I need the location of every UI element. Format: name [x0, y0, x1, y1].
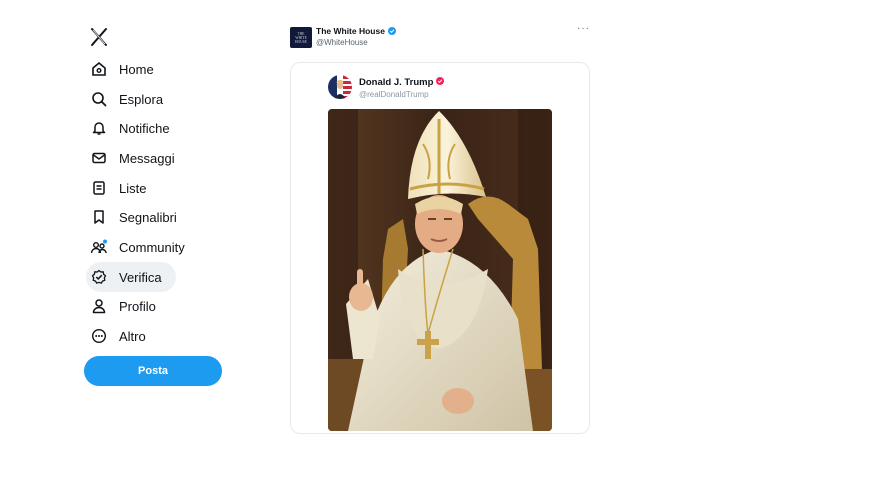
sidebar-item-label: Notifiche: [119, 120, 170, 136]
quoted-author-name[interactable]: Donald J. Trump: [359, 77, 433, 88]
sidebar-item-community[interactable]: Community: [86, 232, 199, 262]
sidebar-item-label: Verifica: [119, 269, 162, 285]
sidebar-item-verified[interactable]: Verifica: [86, 262, 176, 292]
sidebar-item-home[interactable]: Home: [86, 54, 168, 84]
verified-badge-icon: [387, 26, 396, 35]
sidebar-item-label: Messaggi: [119, 150, 175, 166]
tweet-author-name-row[interactable]: The White House: [316, 26, 396, 36]
avatar[interactable]: [328, 75, 352, 99]
sidebar-item-lists[interactable]: Liste: [86, 173, 160, 203]
tweet-author-handle[interactable]: @WhiteHouse: [316, 38, 368, 47]
quoted-author-name-row[interactable]: Donald J. Trump: [359, 77, 445, 88]
post-button[interactable]: Posta: [84, 356, 222, 386]
list-icon: [86, 175, 112, 201]
sidebar-item-label: Profilo: [119, 298, 156, 314]
verified-icon: [86, 264, 112, 290]
sidebar-item-label: Segnalibri: [119, 209, 177, 225]
home-icon: [86, 56, 112, 82]
verified-badge-icon: [436, 77, 445, 86]
search-icon: [86, 86, 112, 112]
tweet-author-name[interactable]: The White House: [316, 26, 385, 36]
sidebar-item-label: Home: [119, 61, 154, 77]
sidebar-item-label: Community: [119, 239, 185, 255]
sidebar-item-profile[interactable]: Profilo: [86, 291, 170, 321]
tweet-photo[interactable]: [328, 109, 552, 431]
quoted-author-handle[interactable]: @realDonaldTrump: [359, 90, 429, 99]
mail-icon: [86, 145, 112, 171]
profile-icon: [86, 293, 112, 319]
sidebar-item-label: Liste: [119, 180, 147, 196]
sidebar-item-more[interactable]: Altro: [86, 321, 160, 351]
avatar[interactable]: THE WHITE HOUSE: [290, 27, 312, 48]
bell-icon: [86, 115, 112, 141]
more-options-icon[interactable]: ···: [577, 23, 590, 34]
sidebar-item-label: Esplora: [119, 91, 164, 107]
sidebar-item-messages[interactable]: Messaggi: [86, 143, 189, 173]
sidebar-item-bookmarks[interactable]: Segnalibri: [86, 202, 191, 232]
bookmark-icon: [86, 204, 112, 230]
more-circle-icon: [86, 323, 112, 349]
x-logo-icon[interactable]: [89, 27, 109, 47]
sidebar-item-explore[interactable]: Esplora: [86, 84, 177, 114]
sidebar-item-notifications[interactable]: Notifiche: [86, 113, 184, 143]
community-icon: [86, 234, 112, 260]
sidebar-item-label: Altro: [119, 328, 146, 344]
avatar-text: HOUSE: [295, 39, 307, 44]
